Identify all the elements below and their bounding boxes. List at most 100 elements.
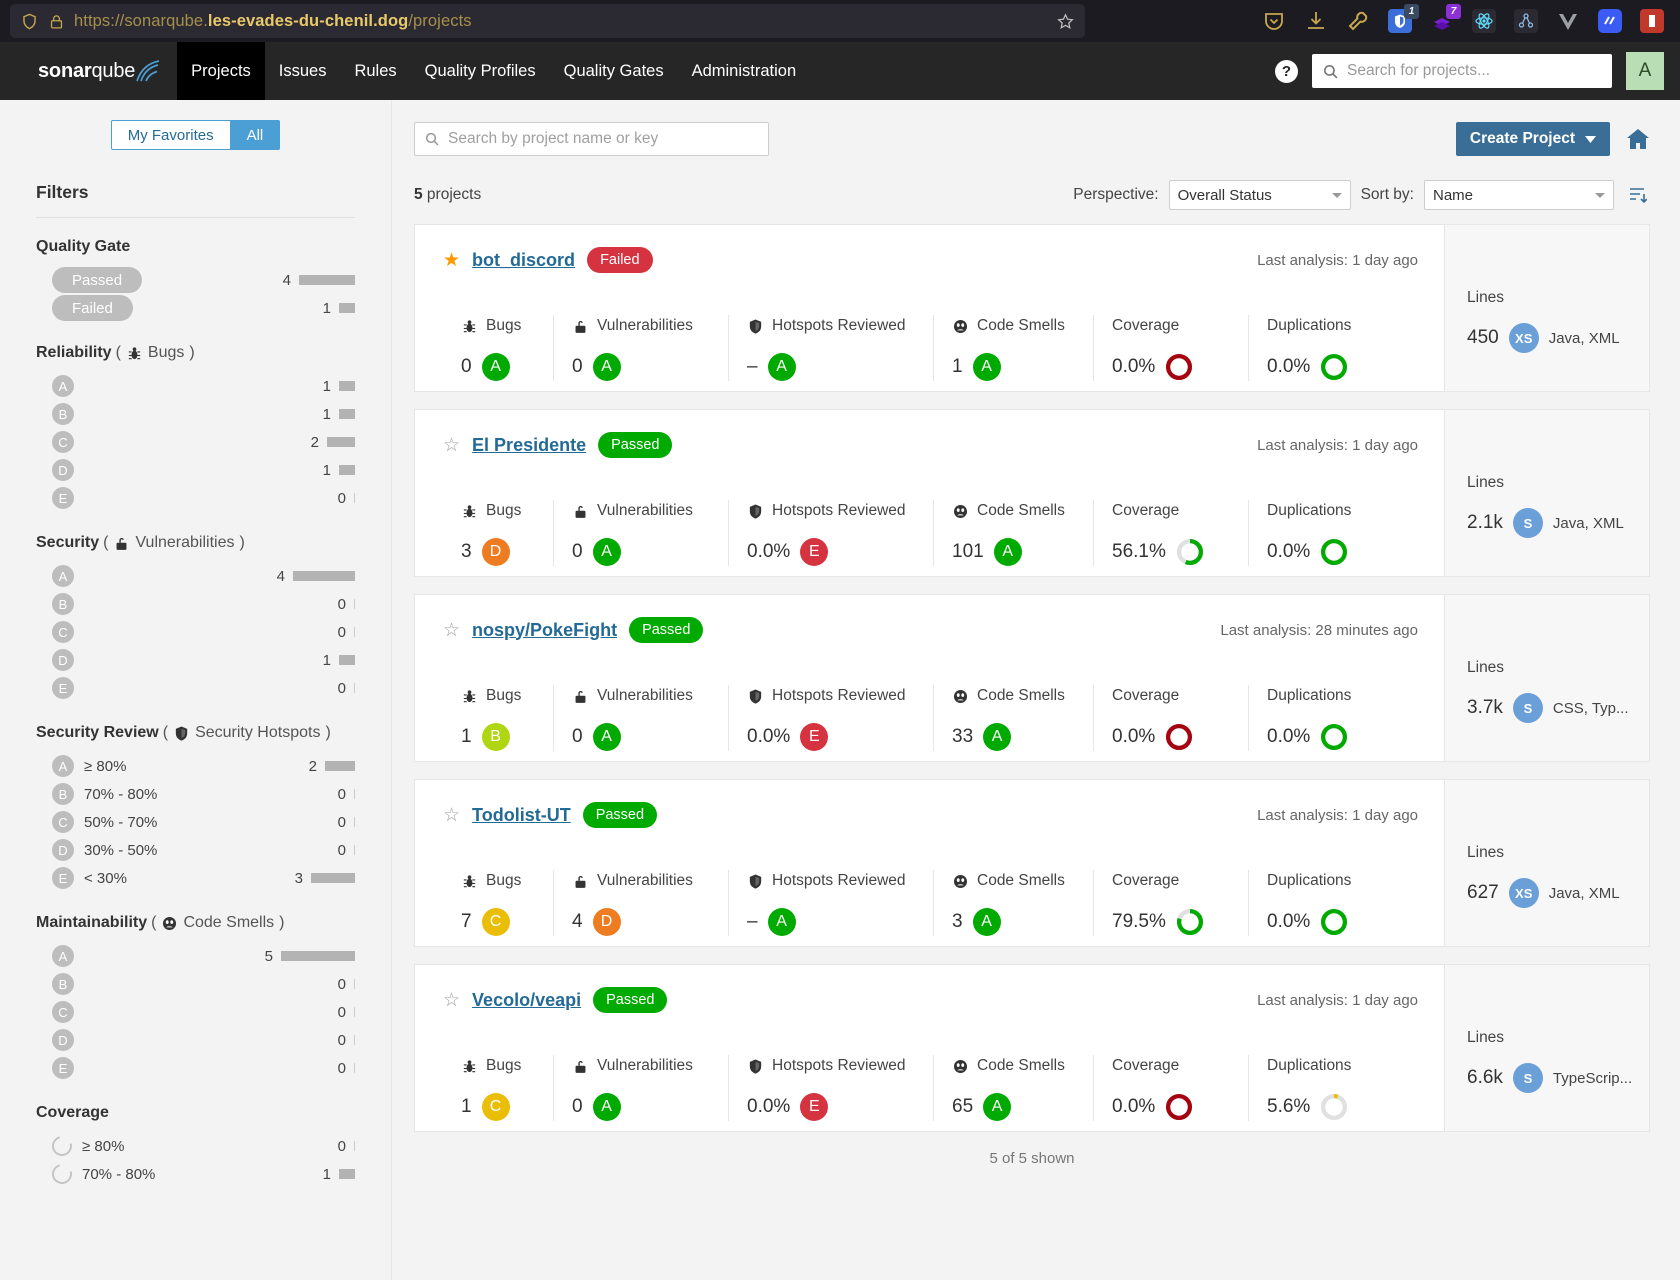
facet-row[interactable]: A4 <box>36 562 355 590</box>
react-devtools-icon[interactable] <box>1472 9 1496 33</box>
rating-badge[interactable]: A <box>972 908 1001 936</box>
wrench-icon[interactable] <box>1346 9 1370 33</box>
facet-row[interactable]: E0 <box>36 674 355 702</box>
rating-badge[interactable]: E <box>800 538 829 566</box>
metric-value[interactable]: 3 <box>461 541 472 563</box>
duplications-value[interactable]: 0.0% <box>1267 541 1310 563</box>
facet-row[interactable]: B1 <box>36 400 355 428</box>
nav-item-quality-gates[interactable]: Quality Gates <box>550 42 678 100</box>
rating-badge[interactable]: D <box>481 538 510 566</box>
lines-value[interactable]: 450 <box>1467 327 1499 349</box>
home-icon[interactable] <box>1626 128 1650 150</box>
project-search-input[interactable] <box>448 130 759 148</box>
nav-item-administration[interactable]: Administration <box>678 42 811 100</box>
project-name-link[interactable]: bot_discord <box>472 250 575 271</box>
rating-badge[interactable]: E <box>800 723 829 751</box>
facet-row[interactable]: D1 <box>36 646 355 674</box>
bitwarden-icon[interactable]: 1 <box>1388 4 1419 33</box>
duplications-value[interactable]: 0.0% <box>1267 356 1310 378</box>
rating-badge[interactable]: A <box>983 1093 1012 1121</box>
facet-row[interactable]: C0 <box>36 618 355 646</box>
favorite-star-outline-icon[interactable]: ☆ <box>443 436 460 455</box>
facet-row[interactable]: C 50% - 70% 0 <box>36 808 355 836</box>
lines-value[interactable]: 3.7k <box>1467 697 1503 719</box>
metric-value[interactable]: 65 <box>952 1096 973 1118</box>
facet-row[interactable]: B0 <box>36 590 355 618</box>
facet-row[interactable]: ≥ 80% 0 <box>36 1132 355 1160</box>
facet-row[interactable]: C0 <box>36 998 355 1026</box>
rating-badge[interactable]: C <box>481 1093 510 1121</box>
rating-badge[interactable]: A <box>993 538 1022 566</box>
facet-row[interactable]: Failed 1 <box>36 294 355 322</box>
rating-badge[interactable]: C <box>481 908 510 936</box>
project-name-link[interactable]: nospy/PokeFight <box>472 620 617 641</box>
favorite-star-filled-icon[interactable]: ★ <box>443 251 460 270</box>
facet-row[interactable]: D1 <box>36 456 355 484</box>
rating-badge[interactable]: A <box>592 1093 621 1121</box>
facet-row[interactable]: A ≥ 80% 2 <box>36 752 355 780</box>
metric-value[interactable]: 1 <box>461 1096 472 1118</box>
lines-value[interactable]: 627 <box>1467 882 1499 904</box>
metric-value[interactable]: 0 <box>461 356 472 378</box>
coverage-value[interactable]: 0.0% <box>1112 726 1155 748</box>
user-avatar[interactable]: A <box>1626 52 1664 90</box>
rating-badge[interactable]: A <box>767 908 796 936</box>
facet-row[interactable]: Passed 4 <box>36 266 355 294</box>
metric-value[interactable]: 0 <box>572 1096 583 1118</box>
red-square-icon[interactable] <box>1640 9 1664 33</box>
facet-row[interactable]: C2 <box>36 428 355 456</box>
rating-badge[interactable]: A <box>972 353 1001 381</box>
metric-value[interactable]: – <box>747 356 758 378</box>
metric-value[interactable]: 101 <box>952 541 984 563</box>
metric-value[interactable]: 0.0% <box>747 541 790 563</box>
project-name-link[interactable]: El Presidente <box>472 435 586 456</box>
metric-value[interactable]: 1 <box>461 726 472 748</box>
nav-item-projects[interactable]: Projects <box>177 42 265 100</box>
facet-row[interactable]: B0 <box>36 970 355 998</box>
project-name-link[interactable]: Vecolo/veapi <box>472 990 581 1011</box>
project-search-box[interactable] <box>414 122 769 156</box>
facet-row[interactable]: D 30% - 50% 0 <box>36 836 355 864</box>
purple-layers-icon[interactable]: 7 <box>1430 4 1461 33</box>
nav-item-issues[interactable]: Issues <box>265 42 341 100</box>
facet-row[interactable]: E0 <box>36 484 355 512</box>
facet-row[interactable]: B 70% - 80% 0 <box>36 780 355 808</box>
blue-tag-icon[interactable] <box>1598 9 1622 33</box>
browser-url-bar[interactable]: https://sonarqube.les-evades-du-chenil.d… <box>10 4 1085 38</box>
coverage-value[interactable]: 0.0% <box>1112 1096 1155 1118</box>
rating-badge[interactable]: D <box>592 908 621 936</box>
global-search-box[interactable] <box>1312 54 1612 88</box>
favorite-star-outline-icon[interactable]: ☆ <box>443 621 460 640</box>
rating-badge[interactable]: A <box>592 353 621 381</box>
perspective-select[interactable]: Overall Status <box>1168 180 1351 210</box>
duplications-value[interactable]: 0.0% <box>1267 911 1310 933</box>
facet-row[interactable]: A1 <box>36 372 355 400</box>
all-projects-button[interactable]: All <box>230 120 281 150</box>
facet-row[interactable]: D0 <box>36 1026 355 1054</box>
rating-badge[interactable]: E <box>800 1093 829 1121</box>
duplications-value[interactable]: 0.0% <box>1267 726 1310 748</box>
coverage-value[interactable]: 56.1% <box>1112 541 1166 563</box>
sort-direction-icon[interactable] <box>1624 181 1650 209</box>
metric-value[interactable]: 0.0% <box>747 726 790 748</box>
vuejs-icon[interactable] <box>1556 9 1580 33</box>
rating-badge[interactable]: A <box>983 723 1012 751</box>
rating-badge[interactable]: B <box>481 723 510 751</box>
metric-value[interactable]: 33 <box>952 726 973 748</box>
facet-row[interactable]: 70% - 80% 1 <box>36 1160 355 1188</box>
graph-node-icon[interactable] <box>1514 9 1538 33</box>
metric-value[interactable]: 3 <box>952 911 963 933</box>
download-icon[interactable] <box>1304 9 1328 33</box>
project-name-link[interactable]: Todolist-UT <box>472 805 571 826</box>
nav-item-rules[interactable]: Rules <box>340 42 410 100</box>
duplications-value[interactable]: 5.6% <box>1267 1096 1310 1118</box>
metric-value[interactable]: 0.0% <box>747 1096 790 1118</box>
pocket-icon[interactable] <box>1262 9 1286 33</box>
metric-value[interactable]: 0 <box>572 726 583 748</box>
star-outline-icon[interactable] <box>1056 12 1075 31</box>
nav-item-quality-profiles[interactable]: Quality Profiles <box>411 42 550 100</box>
facet-row[interactable]: E0 <box>36 1054 355 1082</box>
help-icon[interactable]: ? <box>1275 59 1298 83</box>
metric-value[interactable]: – <box>747 911 758 933</box>
lines-value[interactable]: 6.6k <box>1467 1067 1503 1089</box>
